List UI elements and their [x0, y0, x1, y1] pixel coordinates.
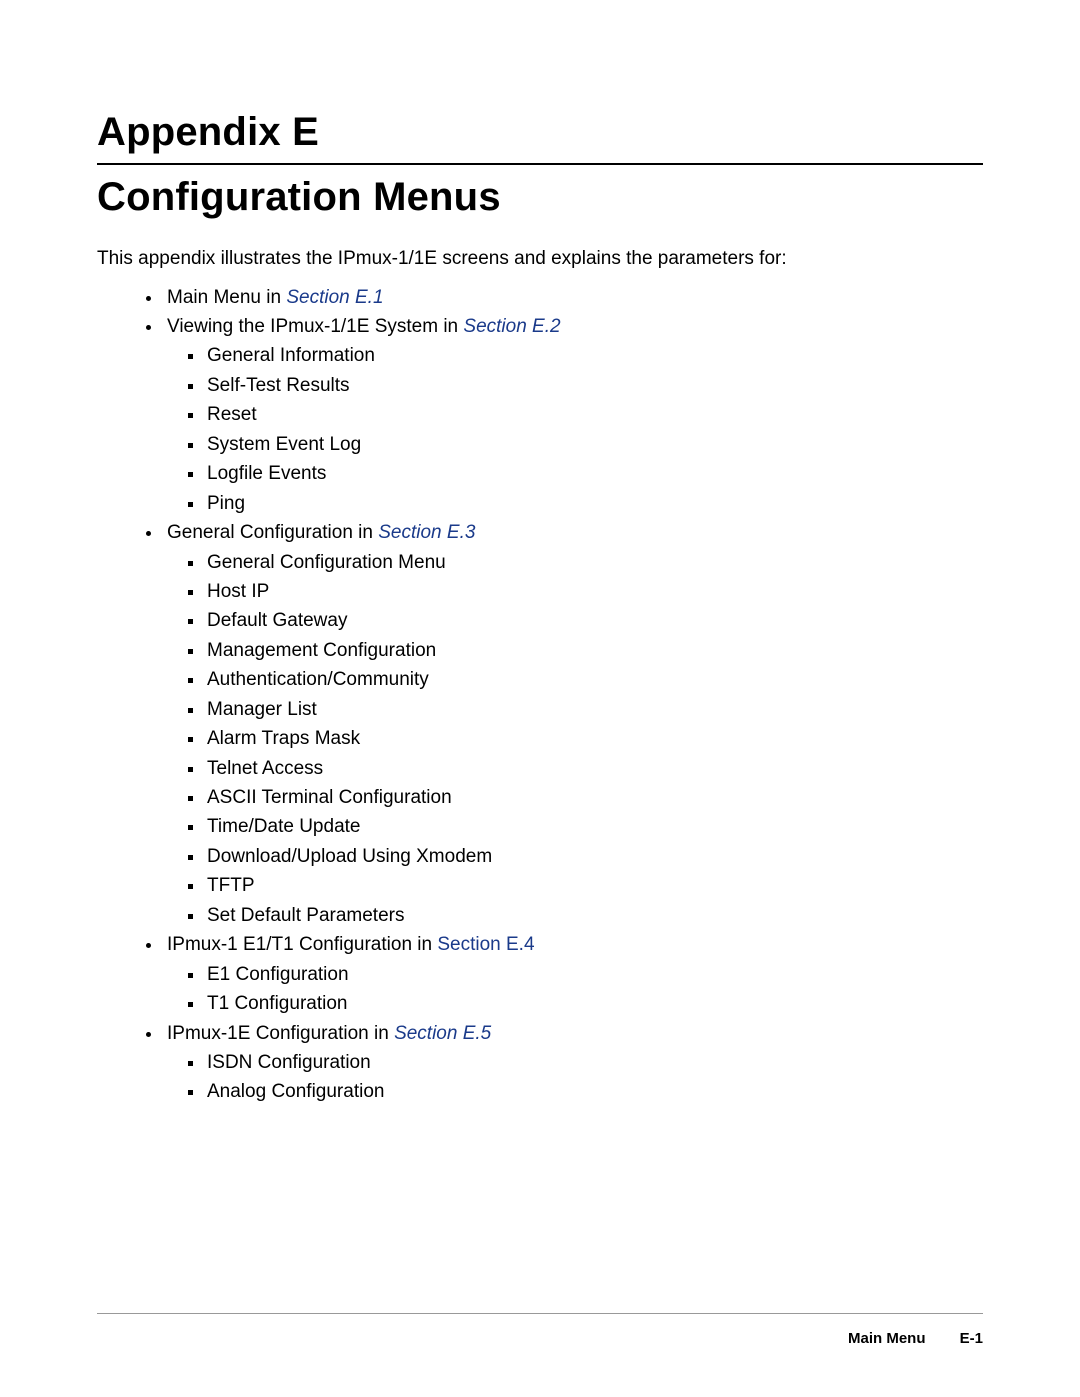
sub-list-item: Analog Configuration — [205, 1077, 983, 1106]
list-item-text: IPmux-1 E1/T1 Configuration in — [167, 934, 437, 955]
sub-list: E1 ConfigurationT1 Configuration — [167, 960, 983, 1019]
sub-list-item: Ping — [205, 489, 983, 518]
sub-list: ISDN ConfigurationAnalog Configuration — [167, 1048, 983, 1107]
title-rule — [97, 163, 983, 165]
sub-list-item: System Event Log — [205, 430, 983, 459]
sub-list-item: Default Gateway — [205, 606, 983, 635]
outline-list: Main Menu in Section E.1Viewing the IPmu… — [97, 283, 983, 1107]
list-item-text: Main Menu in — [167, 287, 286, 308]
sub-list-item: TFTP — [205, 871, 983, 900]
sub-list-item: Host IP — [205, 577, 983, 606]
footer-rule — [97, 1313, 983, 1314]
sub-list: General InformationSelf-Test ResultsRese… — [167, 341, 983, 518]
sub-list-item: T1 Configuration — [205, 989, 983, 1018]
sub-list-item: Time/Date Update — [205, 812, 983, 841]
page-footer: Main Menu E-1 — [97, 1313, 983, 1347]
footer-page-number: E-1 — [960, 1330, 983, 1347]
list-item: General Configuration in Section E.3 Gene… — [163, 518, 983, 930]
list-item: Viewing the IPmux-1/1E System in Section… — [163, 312, 983, 518]
sub-list: General Configuration MenuHost IPDefault… — [167, 548, 983, 931]
section-link[interactable]: Section E.4 — [437, 934, 534, 955]
sub-list-item: Alarm Traps Mask — [205, 724, 983, 753]
section-link[interactable]: Section E.3 — [378, 522, 475, 543]
list-item-text: IPmux-1E Configuration in — [167, 1023, 394, 1044]
sub-list-item: Set Default Parameters — [205, 901, 983, 930]
sub-list-item: General Information — [205, 341, 983, 370]
footer-section-label: Main Menu — [848, 1330, 926, 1347]
document-page: Appendix E Configuration Menus This appe… — [0, 0, 1080, 1397]
list-item-text: Viewing the IPmux-1/1E System in — [167, 316, 463, 337]
sub-list-item: Reset — [205, 400, 983, 429]
sub-list-item: Manager List — [205, 695, 983, 724]
title-appendix: Appendix E — [97, 110, 983, 155]
list-item: Main Menu in Section E.1 — [163, 283, 983, 312]
sub-list-item: Authentication/Community — [205, 665, 983, 694]
sub-list-item: Logfile Events — [205, 459, 983, 488]
title-subtitle: Configuration Menus — [97, 175, 983, 220]
sub-list-item: General Configuration Menu — [205, 548, 983, 577]
intro-paragraph: This appendix illustrates the IPmux-1/1E… — [97, 246, 983, 273]
sub-list-item: ISDN Configuration — [205, 1048, 983, 1077]
sub-list-item: Download/Upload Using Xmodem — [205, 842, 983, 871]
list-item-text: General Configuration in — [167, 522, 378, 543]
section-link[interactable]: Section E.2 — [463, 316, 560, 337]
list-item: IPmux-1 E1/T1 Configuration in Section E… — [163, 930, 983, 1018]
sub-list-item: Telnet Access — [205, 754, 983, 783]
sub-list-item: ASCII Terminal Configuration — [205, 783, 983, 812]
sub-list-item: Self-Test Results — [205, 371, 983, 400]
section-link[interactable]: Section E.1 — [286, 287, 383, 308]
section-link[interactable]: Section E.5 — [394, 1023, 491, 1044]
sub-list-item: Management Configuration — [205, 636, 983, 665]
list-item: IPmux-1E Configuration in Section E.5 ISD… — [163, 1019, 983, 1107]
sub-list-item: E1 Configuration — [205, 960, 983, 989]
